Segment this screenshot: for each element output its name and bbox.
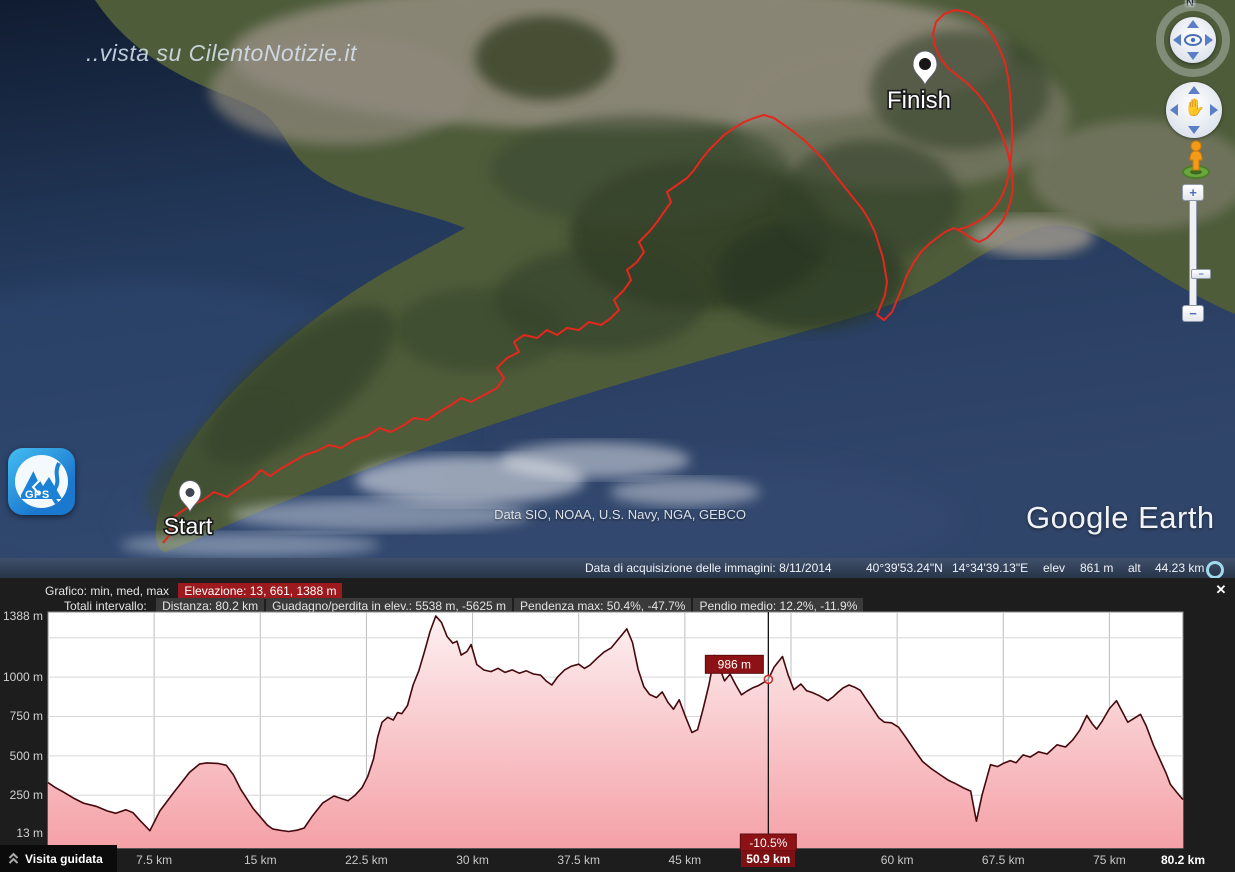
pegman[interactable] (1180, 139, 1212, 179)
zoom-slider-handle[interactable]: − (1191, 269, 1211, 279)
y-axis-label: 13 m (0, 826, 43, 840)
finish-pin-label: Finish (887, 87, 951, 114)
x-axis-label: 37.5 km (557, 853, 600, 867)
gps-app-logo: GPS (8, 448, 75, 515)
zoom-out-button[interactable]: − (1182, 305, 1204, 322)
imagery-date: Data di acquisizione delle immagini: 8/1… (585, 561, 832, 575)
map-viewport[interactable]: Start Finish ..vista su CilentoNotizie.i… (0, 0, 1235, 558)
start-pin-label: Start (164, 513, 213, 539)
hand-icon: ✋ (1184, 98, 1205, 118)
latitude-readout: 40°39'53.24"N (866, 561, 943, 575)
zoom-control[interactable]: + − − (1182, 184, 1204, 322)
y-axis-label: 500 m (0, 749, 43, 763)
pan-left-arrow[interactable] (1170, 104, 1178, 116)
elev-label: elev (1043, 561, 1065, 575)
close-profile-button[interactable]: ✕ (1213, 582, 1229, 598)
y-axis-label: 750 m (0, 709, 43, 723)
marker-elev-label: 986 m (718, 657, 751, 671)
map-attribution: Data SIO, NOAA, U.S. Navy, NGA, GEBCO (465, 507, 775, 522)
look-joystick-inner[interactable] (1170, 17, 1216, 63)
gps-logo-disc: GPS (15, 455, 68, 508)
pan-up-arrow[interactable] (1188, 86, 1200, 94)
elevation-profile-panel: Grafico: min, med, max Elevazione: 13, 6… (0, 578, 1235, 872)
y-axis-label: 1000 m (0, 670, 43, 684)
zoom-in-button[interactable]: + (1182, 184, 1204, 201)
elevation-summary-chip: Elevazione: 13, 661, 1388 m (178, 583, 342, 599)
watermark-text: ..vista su CilentoNotizie.it (86, 40, 357, 67)
zoom-slider-track[interactable]: − (1189, 200, 1197, 306)
satellite-imagery: Start Finish (0, 0, 1235, 558)
pan-down-arrow[interactable] (1188, 126, 1200, 134)
grafico-label: Grafico: min, med, max (45, 584, 169, 598)
marker-point (764, 675, 772, 683)
status-bar: Data di acquisizione delle immagini: 8/1… (0, 558, 1235, 578)
x-axis-label: 80.2 km (1161, 853, 1205, 867)
x-axis-label: 67.5 km (982, 853, 1025, 867)
marker-km-chip: 50.9 km (741, 851, 795, 867)
x-axis: 7.5 km 15 km 22.5 km 30 km 37.5 km 45 km 60 km… (0, 848, 1235, 872)
x-axis-label: 7.5 km (136, 853, 172, 867)
x-axis-label: 15 km (244, 853, 277, 867)
x-axis-label: 30 km (456, 853, 489, 867)
google-earth-window: Start Finish ..vista su CilentoNotizie.i… (0, 0, 1235, 872)
visita-guidata-label: Visita guidata (25, 852, 103, 866)
totals-label: Totali intervallo: (64, 599, 147, 613)
eye-icon (1170, 17, 1216, 63)
double-chevron-up-icon (8, 852, 19, 865)
totals-chips: Distanza: 80.2 kmGuadagno/perdita in ele… (156, 599, 865, 613)
x-axis-label: 45 km (669, 853, 702, 867)
alt-label: alt (1128, 561, 1141, 575)
google-earth-logo: Google Earth (1026, 500, 1215, 536)
status-circle-icon (1206, 561, 1224, 579)
y-axis-label: 1388 m (0, 609, 43, 623)
elevation-plot[interactable]: 986 m-10.5% (48, 612, 1183, 848)
alt-value: 44.23 km (1155, 561, 1204, 575)
y-axis-label: 250 m (0, 788, 43, 802)
elev-value: 861 m (1080, 561, 1113, 575)
gps-logo-label: GPS (25, 489, 50, 501)
x-axis-label: 22.5 km (345, 853, 388, 867)
x-axis-label: 75 km (1093, 853, 1126, 867)
pan-right-arrow[interactable] (1210, 104, 1218, 116)
move-joystick[interactable]: ✋ (1166, 82, 1222, 138)
longitude-readout: 14°34'39.13"E (952, 561, 1028, 575)
visita-guidata-button[interactable]: Visita guidata (0, 845, 117, 872)
x-axis-label: 60 km (881, 853, 914, 867)
move-joystick-inner[interactable]: ✋ (1166, 82, 1222, 138)
look-joystick[interactable] (1156, 3, 1230, 77)
